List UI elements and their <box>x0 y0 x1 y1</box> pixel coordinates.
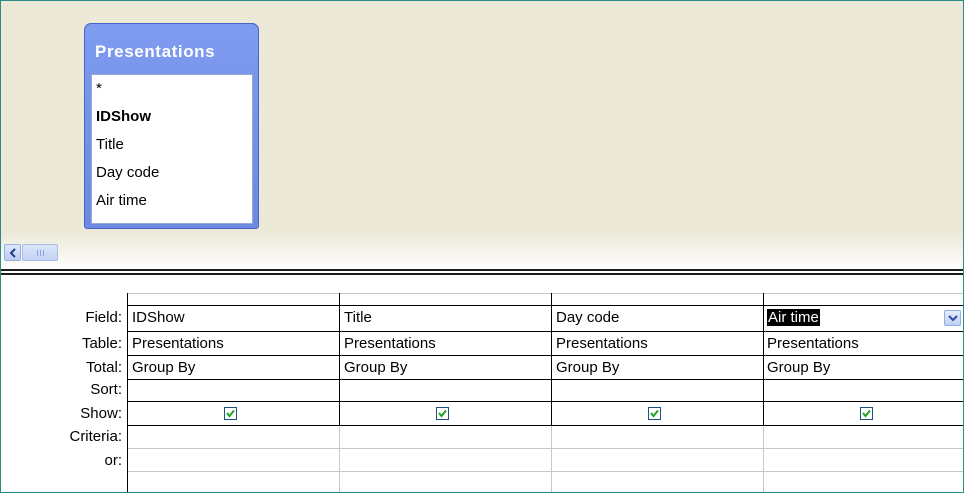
checkmark-icon <box>226 409 235 418</box>
total-cell[interactable]: Group By <box>767 359 961 376</box>
scroll-left-button[interactable] <box>4 244 21 261</box>
field-list-item-air-time[interactable]: Air time <box>96 192 147 209</box>
show-checkbox[interactable] <box>436 407 449 420</box>
row-label-field: Field: <box>85 309 122 326</box>
table-cell[interactable]: Presentations <box>132 335 337 352</box>
checkmark-icon <box>438 409 447 418</box>
field-dropdown-button[interactable] <box>944 310 961 326</box>
or-cell[interactable] <box>767 452 961 470</box>
field-cell-air-time[interactable]: Air time <box>767 309 937 326</box>
field-list-title[interactable]: Presentations <box>95 42 215 62</box>
or-cell[interactable] <box>344 452 549 470</box>
show-checkbox[interactable] <box>648 407 661 420</box>
grid-line <box>127 401 963 402</box>
total-cell[interactable]: Group By <box>556 359 761 376</box>
table-field-list[interactable]: Presentations * IDShow Title Day code Ai… <box>84 23 259 229</box>
row-label-table: Table: <box>81 335 122 352</box>
criteria-cell[interactable] <box>344 428 549 446</box>
row-label-total: Total: <box>86 359 122 376</box>
sort-cell[interactable] <box>132 381 337 399</box>
table-cell[interactable]: Presentations <box>344 335 549 352</box>
or-cell[interactable] <box>556 452 761 470</box>
sort-cell[interactable] <box>556 381 761 399</box>
criteria-cell[interactable] <box>767 428 961 446</box>
or-cell[interactable] <box>132 452 337 470</box>
field-cell-day-code[interactable]: Day code <box>556 309 761 326</box>
table-cell[interactable]: Presentations <box>556 335 761 352</box>
query-design-window: Presentations * IDShow Title Day code Ai… <box>0 0 964 493</box>
field-list-item-all[interactable]: * <box>96 80 102 97</box>
grid-line <box>127 425 963 426</box>
table-cell[interactable]: Presentations <box>767 335 961 352</box>
sort-cell[interactable] <box>767 381 961 399</box>
total-cell[interactable]: Group By <box>344 359 549 376</box>
grid-line <box>127 448 963 449</box>
show-checkbox[interactable] <box>224 407 237 420</box>
scroll-thumb[interactable] <box>22 244 58 261</box>
column-divider <box>763 426 764 492</box>
grid-line <box>127 379 963 380</box>
grid-line <box>127 471 963 472</box>
column-divider <box>127 293 128 492</box>
grid-line <box>127 305 963 306</box>
show-checkbox[interactable] <box>860 407 873 420</box>
column-divider[interactable] <box>339 293 340 426</box>
row-label-show: Show: <box>80 405 122 422</box>
column-divider <box>339 426 340 492</box>
checkmark-icon <box>650 409 659 418</box>
row-label-criteria: Criteria: <box>69 428 122 445</box>
chevron-left-icon <box>9 248 16 258</box>
checkmark-icon <box>862 409 871 418</box>
horizontal-scrollbar[interactable] <box>4 244 59 261</box>
chevron-down-icon <box>948 315 958 322</box>
criteria-cell[interactable] <box>132 428 337 446</box>
row-label-or: or: <box>104 452 122 469</box>
grip-icon <box>40 250 41 256</box>
column-divider[interactable] <box>551 293 552 426</box>
sort-cell[interactable] <box>344 381 549 399</box>
total-cell[interactable]: Group By <box>132 359 337 376</box>
field-cell-idshow[interactable]: IDShow <box>132 309 337 326</box>
field-list-item-day-code[interactable]: Day code <box>96 164 159 181</box>
grip-icon <box>37 250 38 256</box>
column-divider[interactable] <box>763 293 764 426</box>
grid-line <box>127 355 963 356</box>
field-list-box[interactable]: * IDShow Title Day code Air time <box>91 74 253 224</box>
criteria-cell[interactable] <box>556 428 761 446</box>
selected-field-text: Air time <box>767 309 820 326</box>
field-cell-title[interactable]: Title <box>344 309 549 326</box>
row-label-sort: Sort: <box>90 381 122 398</box>
field-list-item-title[interactable]: Title <box>96 136 124 153</box>
grid-line <box>127 293 963 294</box>
field-list-item-idshow[interactable]: IDShow <box>96 108 151 125</box>
query-design-grid: Field: Table: Total: Sort: Show: Criteri… <box>1 275 963 492</box>
grid-line <box>127 331 963 332</box>
column-divider <box>551 426 552 492</box>
grip-icon <box>43 250 44 256</box>
table-design-pane[interactable]: Presentations * IDShow Title Day code Ai… <box>1 1 963 269</box>
